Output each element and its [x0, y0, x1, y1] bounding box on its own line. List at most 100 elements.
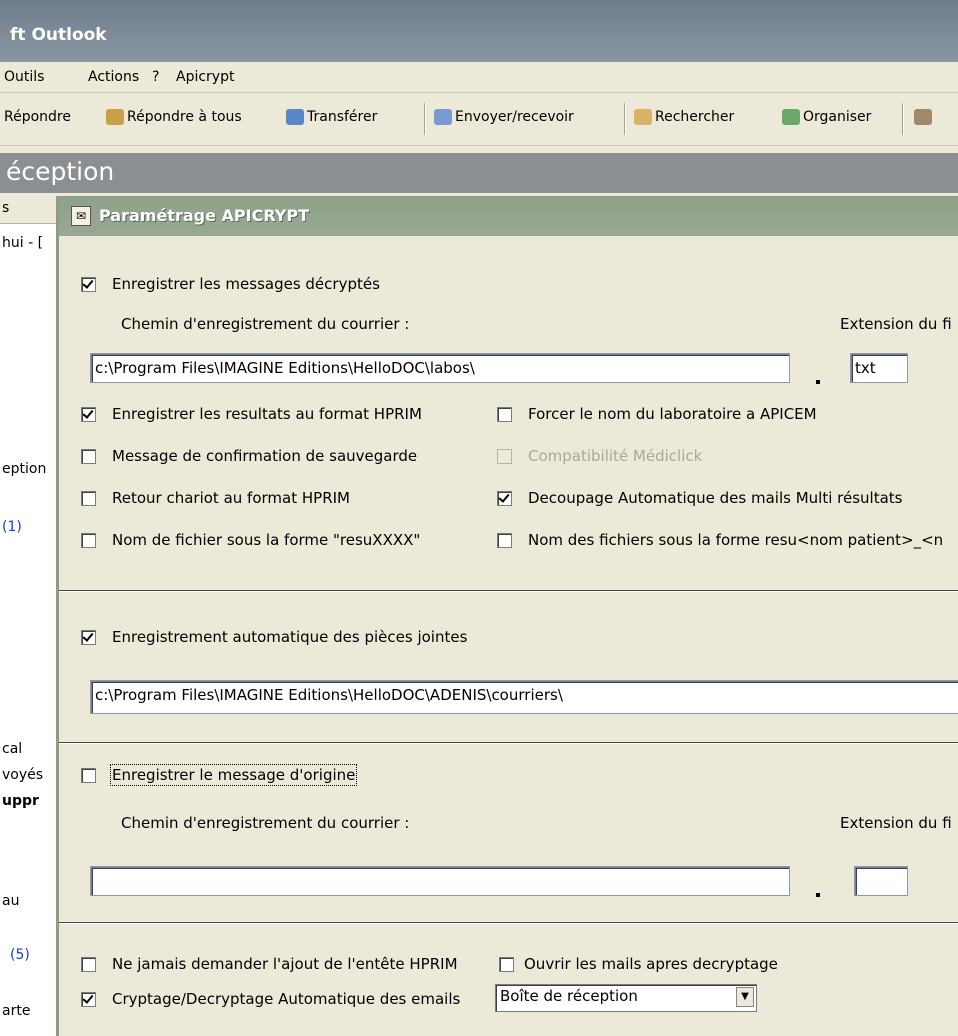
auto-split-label: Decoupage Automatique des mails Multi ré… [528, 489, 903, 507]
folder-fragment[interactable]: uppr [2, 793, 56, 809]
never-ask-hprim-label: Ne jamais demander l'ajout de l'entête H… [112, 955, 458, 973]
force-lab-name-label: Forcer le nom du laboratoire a APICEM [528, 405, 817, 423]
toolbar-separator [624, 103, 625, 135]
filename-patient-label: Nom des fichiers sous la forme resu<nom … [528, 531, 944, 549]
forward-icon [286, 109, 304, 125]
section-divider [59, 742, 958, 743]
send-receive-icon [434, 109, 452, 125]
attachments-path-input[interactable]: c:\Program Files\IMAGINE Editions\HelloD… [90, 680, 958, 714]
extension-label-2: Extension du fi [840, 814, 952, 832]
path-label: Chemin d'enregistrement du courrier : [121, 315, 410, 333]
folder-count[interactable]: (1) [2, 519, 56, 535]
extension-dot [816, 893, 820, 897]
save-original-row[interactable]: Enregistrer le message d'origine [81, 764, 358, 786]
save-original-label: Enregistrer le message d'origine [109, 764, 358, 786]
hprim-format-row[interactable]: Enregistrer les resultats au format HPRI… [81, 405, 422, 423]
attachments-checkbox[interactable] [81, 629, 96, 645]
folder-fragment[interactable]: arte [2, 1003, 56, 1019]
menu-actions[interactable]: Actions [88, 69, 139, 85]
forward-button[interactable]: Transférer [286, 109, 377, 125]
menu-apicrypt[interactable]: Apicrypt [176, 69, 234, 85]
original-path-input[interactable] [90, 866, 790, 896]
filename-resu-row[interactable]: Nom de fichier sous la forme "resuXXXX" [81, 531, 420, 549]
address-book-button[interactable] [914, 109, 932, 125]
reply-all-label: Répondre à tous [127, 109, 242, 125]
auto-crypt-checkbox[interactable] [81, 991, 96, 1007]
section-divider [59, 922, 958, 923]
reply-all-button[interactable]: Répondre à tous [106, 109, 242, 125]
outlook-title: ft Outlook [10, 25, 107, 45]
open-after-label: Ouvrir les mails apres decryptage [524, 955, 778, 973]
extension-input[interactable]: txt [850, 353, 908, 383]
folder-fragment[interactable]: eption [2, 461, 56, 477]
save-decrypted-checkbox[interactable] [81, 276, 96, 292]
mediclick-label: Compatibilité Médiclick [528, 447, 703, 465]
menu-bar: Outils Actions ? Apicrypt [0, 62, 958, 93]
open-after-row[interactable]: Ouvrir les mails apres decryptage [499, 955, 778, 973]
folder-select[interactable]: Boîte de réception ▼ [495, 984, 757, 1012]
folder-fragment[interactable]: au [2, 893, 56, 909]
save-path-input[interactable]: c:\Program Files\IMAGINE Editions\HelloD… [90, 353, 790, 383]
open-after-checkbox[interactable] [499, 956, 514, 972]
never-ask-hprim-checkbox[interactable] [81, 956, 96, 972]
path-label-2: Chemin d'enregistrement du courrier : [121, 814, 410, 832]
save-confirm-row[interactable]: Message de confirmation de sauvegarde [81, 447, 417, 465]
force-lab-name-checkbox[interactable] [497, 406, 512, 422]
reply-button[interactable]: Répondre [4, 109, 71, 125]
filename-patient-row[interactable]: Nom des fichiers sous la forme resu<nom … [497, 531, 958, 549]
forward-label: Transférer [307, 109, 378, 125]
reply-all-icon [106, 109, 124, 125]
reply-label: Répondre [4, 109, 71, 125]
toolbar-separator [424, 103, 425, 135]
hprim-format-label: Enregistrer les resultats au format HPRI… [112, 405, 422, 423]
save-confirm-checkbox[interactable] [81, 448, 96, 464]
folder-title: éception [6, 157, 115, 186]
send-receive-label: Envoyer/recevoir [455, 109, 574, 125]
message-fragment[interactable]: hui - [ [2, 235, 56, 251]
column-header-text: s [2, 200, 10, 216]
original-extension-input[interactable] [854, 866, 908, 896]
column-header: s [0, 193, 56, 224]
folder-banner: éception [0, 153, 958, 193]
organize-icon [782, 109, 800, 125]
attachments-row[interactable]: Enregistrement automatique des pièces jo… [81, 628, 467, 646]
outlook-title-bar: ft Outlook [0, 0, 958, 62]
filename-resu-label: Nom de fichier sous la forme "resuXXXX" [112, 531, 421, 549]
folder-fragment[interactable]: cal [2, 741, 56, 757]
carriage-return-row[interactable]: Retour chariot au format HPRIM [81, 489, 350, 507]
menu-outils[interactable]: Outils [4, 69, 44, 85]
extension-label: Extension du fi [840, 315, 952, 333]
apicrypt-settings-dialog: ✉ Paramétrage APICRYPT Enregistrer les m… [56, 196, 958, 1036]
organize-label: Organiser [803, 109, 872, 125]
find-label: Rechercher [655, 109, 735, 125]
carriage-return-checkbox[interactable] [81, 490, 96, 506]
find-button[interactable]: Rechercher [634, 109, 734, 125]
menu-help[interactable]: ? [152, 69, 159, 85]
save-original-checkbox[interactable] [81, 767, 96, 783]
send-receive-button[interactable]: Envoyer/recevoir [434, 109, 574, 125]
auto-crypt-row[interactable]: Cryptage/Decryptage Automatique des emai… [81, 990, 460, 1008]
filename-patient-checkbox[interactable] [497, 532, 512, 548]
save-decrypted-checkbox-row[interactable]: Enregistrer les messages décryptés [81, 275, 380, 293]
section-divider [59, 590, 958, 591]
organize-button[interactable]: Organiser [782, 109, 871, 125]
filename-resu-checkbox[interactable] [81, 532, 96, 548]
left-pane: s hui - [ eption (1) cal voyés uppr au (… [0, 193, 56, 1036]
carriage-return-label: Retour chariot au format HPRIM [112, 489, 350, 507]
toolbar-separator [902, 103, 903, 135]
auto-split-row[interactable]: Decoupage Automatique des mails Multi ré… [497, 489, 902, 507]
mediclick-checkbox [497, 448, 512, 464]
address-book-icon [914, 109, 932, 125]
apicrypt-icon: ✉ [71, 206, 91, 226]
folder-select-value: Boîte de réception [500, 987, 638, 1005]
chevron-down-icon[interactable]: ▼ [736, 987, 754, 1007]
mediclick-row: Compatibilité Médiclick [497, 447, 702, 465]
save-confirm-label: Message de confirmation de sauvegarde [112, 447, 418, 465]
save-decrypted-label: Enregistrer les messages décryptés [112, 275, 380, 293]
auto-crypt-label: Cryptage/Decryptage Automatique des emai… [112, 990, 461, 1008]
auto-split-checkbox[interactable] [497, 490, 512, 506]
hprim-format-checkbox[interactable] [81, 406, 96, 422]
folder-fragment[interactable]: voyés [2, 767, 56, 783]
never-ask-hprim-row[interactable]: Ne jamais demander l'ajout de l'entête H… [81, 955, 458, 973]
force-lab-name-row[interactable]: Forcer le nom du laboratoire a APICEM [497, 405, 817, 423]
